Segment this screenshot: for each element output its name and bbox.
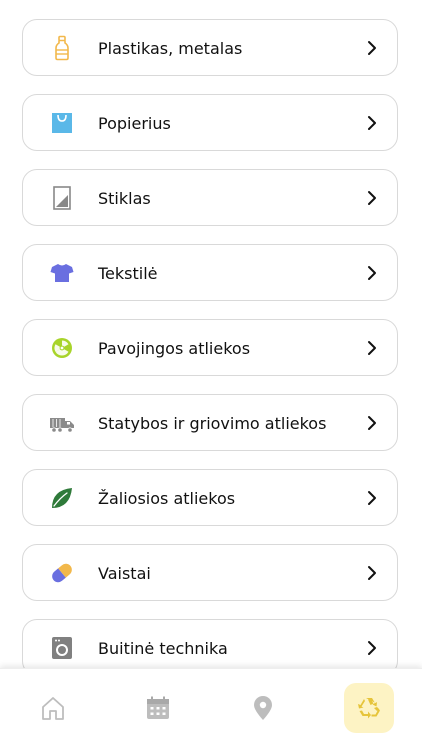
category-paper[interactable]: Popierius [22,94,398,151]
category-construction[interactable]: Statybos ir griovimo atliekos [22,394,398,451]
chevron-right-icon [368,191,376,205]
tab-home[interactable] [28,683,78,733]
chevron-right-icon [368,491,376,505]
t-shirt-icon [49,260,75,286]
washing-machine-icon [49,635,75,661]
category-plastic-metal[interactable]: Plastikas, metalas [22,19,398,76]
plastic-bottle-icon [49,35,75,61]
bottom-tab-bar [0,668,422,751]
category-label: Vaistai [98,564,151,583]
category-label: Tekstilė [98,264,158,283]
category-medicine[interactable]: Vaistai [22,544,398,601]
category-label: Stiklas [98,189,151,208]
leaf-icon [49,485,75,511]
category-label: Statybos ir griovimo atliekos [98,414,327,433]
category-label: Pavojingos atliekos [98,339,251,358]
chevron-right-icon [368,266,376,280]
chevron-right-icon [368,566,376,580]
tab-calendar[interactable] [133,683,183,733]
chevron-right-icon [368,116,376,130]
category-label: Popierius [98,114,171,133]
category-glass[interactable]: Stiklas [22,169,398,226]
chevron-right-icon [368,41,376,55]
home-icon [42,697,64,720]
location-pin-icon [254,696,272,720]
glass-pane-icon [49,185,75,211]
chevron-right-icon [368,341,376,355]
paper-bag-icon [49,110,75,136]
calendar-icon [147,696,169,719]
chevron-right-icon [368,641,376,655]
category-label: Plastikas, metalas [98,39,243,58]
category-hazardous[interactable]: Pavojingos atliekos [22,319,398,376]
chevron-right-icon [368,416,376,430]
category-label: Žaliosios atliekos [98,489,236,508]
tab-recycling[interactable] [344,683,394,733]
tab-map[interactable] [238,683,288,733]
pill-icon [49,560,75,586]
truck-icon [49,410,75,436]
category-green-waste[interactable]: Žaliosios atliekos [22,469,398,526]
recycle-icon [358,698,380,719]
category-textile[interactable]: Tekstilė [22,244,398,301]
radiation-icon [49,335,75,361]
